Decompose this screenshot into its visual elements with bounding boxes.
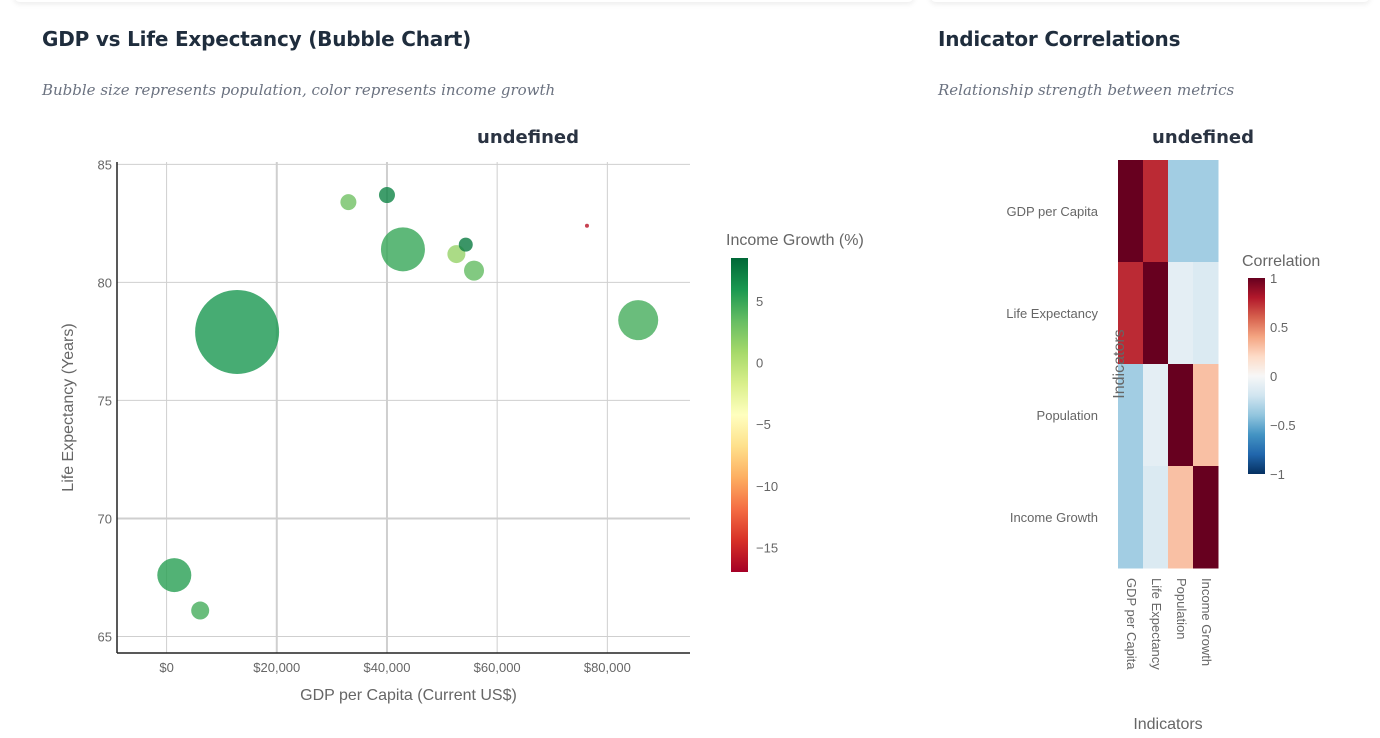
x-axis-title: GDP per Capita (Current US$) — [300, 687, 517, 704]
heatmap-cell — [1118, 160, 1144, 263]
x-tick-label: $0 — [159, 660, 173, 675]
x-tick-label: $80,000 — [584, 660, 631, 675]
bubble-chart-title: undefined — [477, 127, 579, 148]
colorbar-tick-label: 5 — [756, 294, 763, 309]
heatmap-column-label: Life Expectancy — [1149, 578, 1164, 670]
heatmap-cell — [1143, 262, 1169, 365]
bubble-point — [618, 300, 659, 341]
bubble-point — [378, 187, 395, 204]
colorbar — [731, 258, 748, 572]
heatmap-cell — [1168, 466, 1194, 569]
heatmap-row-label: Income Growth — [1010, 510, 1098, 525]
heatmap-cell — [1168, 364, 1194, 467]
bubble-point — [464, 260, 485, 281]
bubble-panel-subtitle: Bubble size represents population, color… — [42, 81, 556, 99]
x-tick-label: $60,000 — [474, 660, 521, 675]
colorbar-tick-label: 0 — [756, 356, 763, 371]
colorbar-tick-label: −5 — [756, 417, 771, 432]
heatmap-colorbar-tick-label: −1 — [1270, 467, 1285, 482]
bubble-point — [584, 223, 589, 228]
y-tick-label: 75 — [98, 393, 112, 408]
heatmap-column-label: GDP per Capita — [1124, 578, 1139, 670]
heatmap-title: undefined — [1152, 127, 1254, 148]
colorbar-tick-label: −10 — [756, 479, 778, 494]
heatmap-y-axis-title: Indicators — [1111, 329, 1128, 398]
heatmap-x-axis-title: Indicators — [1133, 716, 1202, 733]
heatmap-column-label: Population — [1174, 578, 1189, 639]
heatmap-cell — [1193, 262, 1219, 365]
right-card-edge — [930, 0, 1370, 2]
x-tick-label: $40,000 — [363, 660, 410, 675]
heatmap-column-label: Income Growth — [1199, 578, 1214, 666]
heatmap-row-label: GDP per Capita — [1006, 204, 1098, 219]
heatmap-colorbar-tick-label: 0.5 — [1270, 320, 1288, 335]
left-card-edge — [14, 0, 914, 2]
heatmap-row-label: Population — [1037, 408, 1098, 423]
heatmap-panel-title: Indicator Correlations — [938, 27, 1181, 51]
heatmap-cell — [1168, 262, 1194, 365]
bubble-point — [380, 227, 425, 272]
heatmap-cell — [1143, 160, 1169, 263]
heatmap-colorbar-title: Correlation — [1242, 253, 1320, 270]
bubble-panel-title: GDP vs Life Expectancy (Bubble Chart) — [42, 27, 472, 51]
y-tick-label: 85 — [98, 157, 112, 172]
heatmap-cell — [1118, 466, 1144, 569]
x-tick-label: $20,000 — [253, 660, 300, 675]
y-tick-label: 70 — [98, 511, 112, 526]
colorbar-title: Income Growth (%) — [726, 232, 864, 249]
y-axis-title: Life Expectancy (Years) — [60, 323, 77, 491]
heatmap-cell — [1193, 364, 1219, 467]
heatmap-colorbar-tick-label: −0.5 — [1270, 418, 1296, 433]
heatmap-cell — [1168, 160, 1194, 263]
heatmap-row-label: Life Expectancy — [1006, 306, 1098, 321]
correlation-heatmap[interactable]: undefined GDP per Capita GDP per Capita Lif… — [930, 118, 1380, 738]
bubble-point — [458, 237, 473, 252]
bubble-point — [157, 558, 192, 593]
bubble-chart[interactable]: undefined $0 $20,000 $40,000 $60,000 $80,000 6… — [0, 118, 900, 738]
y-tick-label: 65 — [98, 629, 112, 644]
heatmap-colorbar-tick-label: 1 — [1270, 271, 1277, 286]
bubble-point — [191, 601, 210, 620]
heatmap-colorbar — [1248, 278, 1265, 474]
bubble-point — [340, 194, 357, 211]
heatmap-colorbar-tick-label: 0 — [1270, 369, 1277, 384]
bubble-point — [195, 289, 280, 374]
heatmap-cell — [1143, 364, 1169, 467]
heatmap-cell — [1143, 466, 1169, 569]
heatmap-cell — [1193, 160, 1219, 263]
colorbar-tick-label: −15 — [756, 540, 778, 555]
heatmap-panel-subtitle: Relationship strength between metrics — [938, 81, 1235, 99]
heatmap-cell — [1193, 466, 1219, 569]
y-tick-label: 80 — [98, 275, 112, 290]
